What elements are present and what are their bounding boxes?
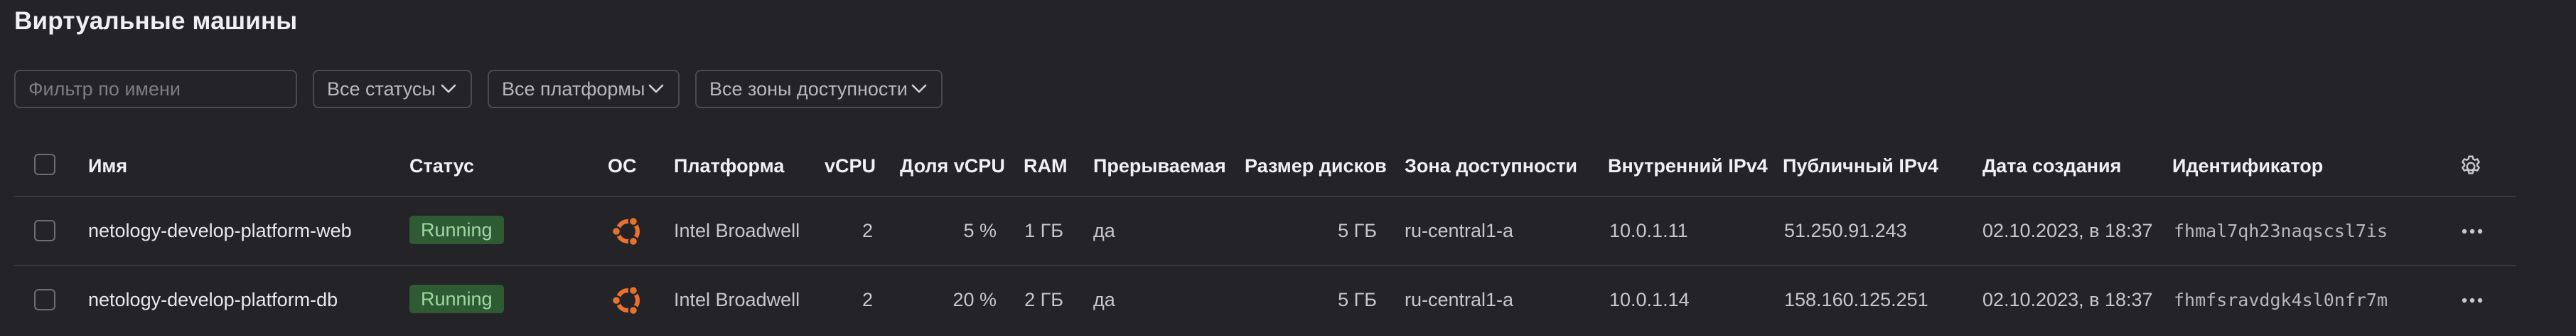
ubuntu-icon — [609, 282, 646, 319]
status-filter-label: Все статусы — [327, 78, 436, 100]
vm-id-cell: fhmal7qh23naqscsl7is — [2174, 221, 2388, 241]
name-filter-input[interactable] — [14, 70, 297, 108]
zone-filter-dropdown[interactable]: Все зоны доступности — [695, 70, 943, 108]
more-actions-icon[interactable] — [2458, 288, 2486, 313]
platform-cell: Intel Broadwell — [674, 220, 800, 241]
column-header-public-ip[interactable]: Публичный IPv4 — [1783, 155, 1938, 177]
status-badge: Running — [409, 216, 504, 244]
internal-ip-cell: 10.0.1.11 — [1609, 220, 1688, 241]
column-header-zone[interactable]: Зона доступности — [1405, 155, 1577, 177]
column-header-vcpu[interactable]: vCPU — [825, 155, 876, 177]
created-cell: 02.10.2023, в 18:37 — [1982, 220, 2153, 241]
zone-filter-label: Все зоны доступности — [709, 78, 908, 100]
column-header-created[interactable]: Дата создания — [1982, 155, 2121, 177]
zone-cell: ru-central1-a — [1405, 289, 1514, 310]
zone-cell: ru-central1-a — [1405, 220, 1514, 241]
status-badge: Running — [409, 285, 504, 313]
column-header-disk-size[interactable]: Размер дисков — [1245, 155, 1387, 177]
platform-filter-dropdown[interactable]: Все платформы — [488, 70, 680, 108]
ram-cell: 2 ГБ — [1024, 289, 1063, 310]
preemptible-cell: да — [1093, 220, 1115, 241]
chevron-down-icon — [439, 80, 458, 98]
column-header-vcpu-share[interactable]: Доля vCPU — [900, 155, 1005, 177]
preemptible-cell: да — [1093, 289, 1115, 310]
vm-name[interactable]: netology-develop-platform-web — [88, 220, 352, 242]
internal-ip-cell: 10.0.1.14 — [1609, 289, 1690, 310]
table-row[interactable]: netology-develop-platform-db Running Int… — [0, 266, 2576, 335]
column-header-platform[interactable]: Платформа — [674, 155, 784, 177]
created-cell: 02.10.2023, в 18:37 — [1982, 289, 2153, 310]
more-actions-icon[interactable] — [2458, 219, 2486, 244]
column-header-os[interactable]: ОС — [608, 155, 637, 177]
column-header-status[interactable]: Статус — [409, 155, 474, 177]
gear-icon[interactable] — [2458, 154, 2484, 179]
vcpu-cell: 2 — [862, 289, 873, 310]
vcpu-share-cell: 20 % — [952, 289, 997, 310]
page-title: Виртуальные машины — [14, 7, 298, 35]
vm-id-cell: fhmfsravdgk4sl0nfr7m — [2174, 290, 2388, 310]
public-ip-cell: 51.250.91.243 — [1784, 220, 1907, 241]
column-header-ram[interactable]: RAM — [1024, 155, 1068, 177]
ram-cell: 1 ГБ — [1024, 220, 1063, 241]
status-filter-dropdown[interactable]: Все статусы — [313, 70, 472, 108]
column-header-id[interactable]: Идентификатор — [2172, 155, 2323, 177]
platform-filter-label: Все платформы — [502, 78, 645, 100]
column-header-name[interactable]: Имя — [88, 155, 127, 177]
ubuntu-icon — [609, 213, 646, 250]
public-ip-cell: 158.160.125.251 — [1784, 289, 1928, 310]
row-checkbox[interactable] — [34, 220, 55, 241]
vcpu-share-cell: 5 % — [963, 220, 997, 241]
vcpu-cell: 2 — [862, 220, 873, 241]
column-header-preemptible[interactable]: Прерываемая — [1093, 155, 1226, 177]
disk-size-cell: 5 ГБ — [1338, 289, 1377, 310]
disk-size-cell: 5 ГБ — [1338, 220, 1377, 241]
table-row[interactable]: netology-develop-platform-web Running In… — [0, 197, 2576, 266]
row-checkbox[interactable] — [34, 289, 55, 310]
table-header: Имя Статус ОС Платформа vCPU Доля vCPU R… — [0, 141, 2576, 191]
platform-cell: Intel Broadwell — [674, 289, 800, 310]
chevron-down-icon — [910, 80, 928, 98]
column-header-internal-ip[interactable]: Внутренний IPv4 — [1608, 155, 1768, 177]
chevron-down-icon — [647, 80, 665, 98]
vm-name[interactable]: netology-develop-platform-db — [88, 289, 338, 311]
select-all-checkbox[interactable] — [34, 154, 55, 175]
